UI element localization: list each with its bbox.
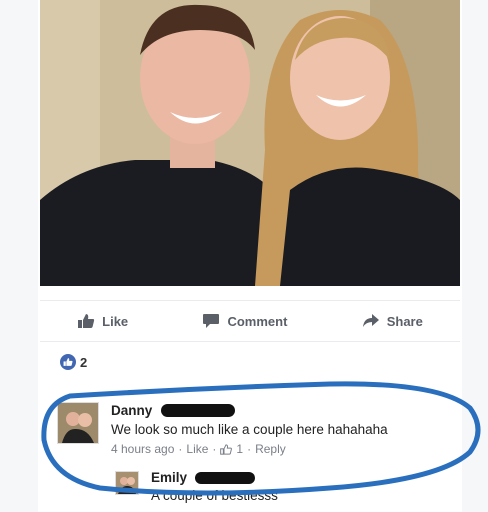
danny-avatar[interactable]	[57, 402, 99, 444]
thumbs-up-icon	[78, 314, 95, 328]
like-button-label: Like	[102, 313, 129, 329]
comment-icon	[203, 314, 220, 328]
comment-like-link[interactable]: Like	[186, 442, 208, 456]
like-button[interactable]: Like	[77, 313, 128, 329]
comment-button-label: Comment	[227, 313, 288, 329]
reaction-count: 2	[80, 354, 88, 370]
share-arrow-icon	[362, 314, 379, 327]
comment-danny: Danny We look so much like a couple here…	[111, 402, 461, 456]
meta-separator: ·	[247, 442, 252, 456]
meta-separator: ·	[178, 442, 183, 456]
redacted-surname	[160, 404, 235, 418]
comment-button[interactable]: Comment	[202, 313, 287, 329]
like-reaction-icon	[60, 354, 76, 370]
comment-meta: 4 hours ago · Like · 1 · Reply	[111, 442, 461, 456]
reply-text: A couple of bestiesss	[151, 488, 278, 503]
comment-text: We look so much like a couple here hahah…	[111, 422, 388, 437]
reply-emily: Emily A couple of bestiesss	[151, 469, 431, 503]
reply-author[interactable]: Emily	[151, 470, 187, 485]
thumbs-up-icon	[220, 443, 233, 455]
share-button-label: Share	[386, 313, 423, 329]
post-action-bar: Like Comment Share	[40, 300, 460, 342]
post-photo[interactable]	[40, 0, 460, 286]
comment-reply-link[interactable]: Reply	[255, 442, 286, 456]
comment-author[interactable]: Danny	[111, 403, 152, 418]
share-button[interactable]: Share	[362, 313, 423, 329]
reaction-summary[interactable]: 2	[60, 354, 87, 370]
meta-separator: ·	[212, 442, 217, 456]
comment-like-count: 1	[236, 442, 244, 456]
redacted-surname	[195, 471, 256, 484]
emily-avatar[interactable]	[115, 471, 139, 495]
comment-timestamp: 4 hours ago	[111, 442, 175, 456]
